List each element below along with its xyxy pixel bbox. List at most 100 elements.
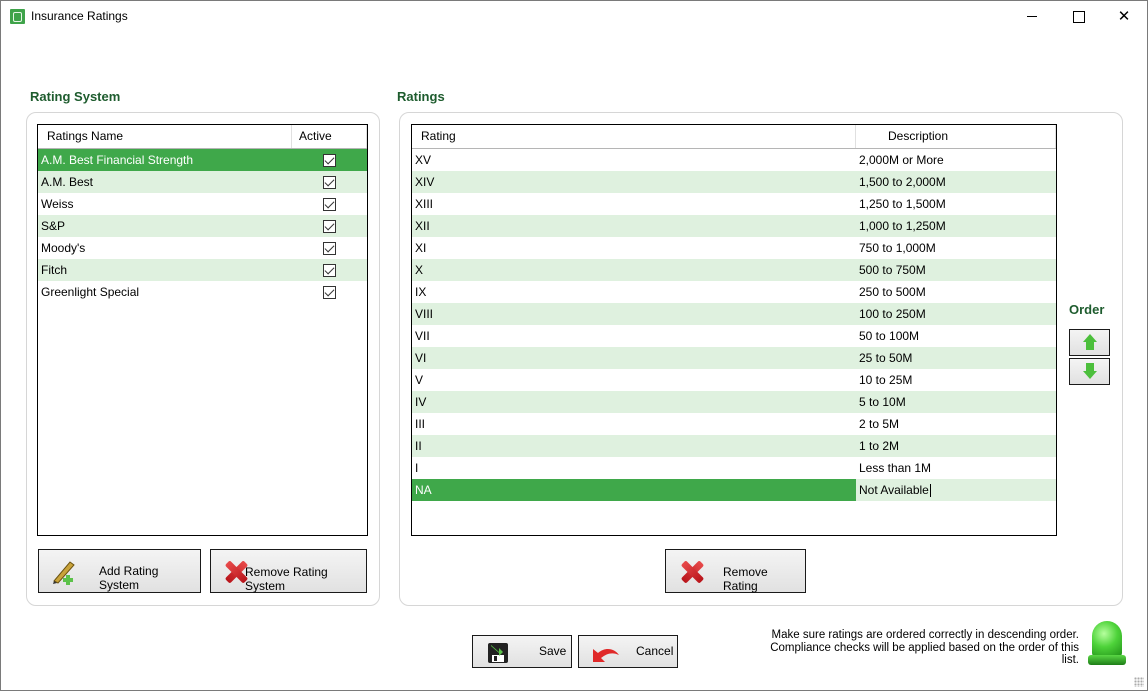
rating-description: 1,000 to 1,250M bbox=[856, 215, 1056, 237]
app-icon bbox=[10, 9, 25, 24]
rating-system-grid[interactable]: Ratings Name Active A.M. Best Financial … bbox=[37, 124, 368, 536]
rating-row[interactable]: XV 2,000M or More bbox=[412, 149, 1056, 171]
rating-value: XIII bbox=[415, 197, 434, 211]
rating-description: 250 to 500M bbox=[856, 281, 1056, 303]
rating-value: XII bbox=[415, 219, 430, 233]
active-checkbox[interactable] bbox=[323, 285, 336, 299]
rating-value: X bbox=[415, 263, 424, 277]
rating-system-name: A.M. Best bbox=[41, 175, 94, 189]
minimize-button[interactable] bbox=[1009, 1, 1055, 32]
rating-description-text: 10 to 25M bbox=[859, 373, 913, 387]
rating-row[interactable]: II 1 to 2M bbox=[412, 435, 1056, 457]
active-cell bbox=[292, 259, 367, 281]
rating-system-row[interactable]: A.M. Best bbox=[38, 171, 367, 193]
rating-value: I bbox=[415, 461, 419, 475]
remove-rating-system-label: Remove Rating System bbox=[245, 565, 328, 593]
rating-row[interactable]: IV 5 to 10M bbox=[412, 391, 1056, 413]
remove-rating-system-button[interactable]: Remove Rating System bbox=[210, 549, 367, 593]
undo-arrow-icon bbox=[593, 649, 619, 662]
rating-description: 5 to 10M bbox=[856, 391, 1056, 413]
rating-row[interactable]: XII 1,000 to 1,250M bbox=[412, 215, 1056, 237]
rating-value: XV bbox=[415, 153, 432, 167]
active-checkbox[interactable] bbox=[323, 197, 336, 211]
rating-row[interactable]: XIII 1,250 to 1,500M bbox=[412, 193, 1056, 215]
move-down-button[interactable] bbox=[1069, 358, 1110, 385]
rating-description: Less than 1M bbox=[856, 457, 1056, 479]
active-cell bbox=[292, 215, 367, 237]
column-header-description[interactable]: Description bbox=[856, 125, 1056, 148]
rating-row[interactable]: I Less than 1M bbox=[412, 457, 1056, 479]
rating-row[interactable]: V 10 to 25M bbox=[412, 369, 1056, 391]
cancel-label: Cancel bbox=[636, 644, 674, 658]
rating-value: VI bbox=[415, 351, 427, 365]
rating-system-row[interactable]: Weiss bbox=[38, 193, 367, 215]
active-checkbox[interactable] bbox=[323, 263, 336, 277]
insurance-ratings-window: Insurance Ratings ✕ Rating System Rating… bbox=[0, 0, 1148, 691]
rating-row[interactable]: NA Not Available bbox=[412, 479, 1056, 501]
title-bar: Insurance Ratings ✕ bbox=[1, 1, 1147, 32]
save-label: Save bbox=[539, 644, 567, 658]
active-cell bbox=[292, 171, 367, 193]
rating-description: 10 to 25M bbox=[856, 369, 1056, 391]
rating-system-grid-header: Ratings Name Active bbox=[38, 125, 367, 149]
maximize-button[interactable] bbox=[1055, 1, 1101, 32]
rating-description-text: 750 to 1,000M bbox=[859, 241, 936, 255]
compliance-notice: Make sure ratings are ordered correctly … bbox=[770, 629, 1079, 666]
rating-description-text: 100 to 250M bbox=[859, 307, 926, 321]
rating-value: III bbox=[415, 417, 426, 431]
column-header-ratings-name[interactable]: Ratings Name bbox=[38, 125, 292, 148]
cancel-button[interactable]: Cancel bbox=[578, 635, 678, 668]
window-title: Insurance Ratings bbox=[31, 9, 128, 23]
rating-description[interactable]: Not Available bbox=[856, 479, 1056, 501]
rating-row[interactable]: XIV 1,500 to 2,000M bbox=[412, 171, 1056, 193]
rating-row[interactable]: VIII 100 to 250M bbox=[412, 303, 1056, 325]
rating-description-text: 1,000 to 1,250M bbox=[859, 219, 946, 233]
rating-description-text: Not Available bbox=[859, 483, 929, 497]
rating-value: II bbox=[415, 439, 422, 453]
rating-row[interactable]: VI 25 to 50M bbox=[412, 347, 1056, 369]
rating-system-row[interactable]: S&P bbox=[38, 215, 367, 237]
rating-row[interactable]: IX 250 to 500M bbox=[412, 281, 1056, 303]
rating-row[interactable]: X 500 to 750M bbox=[412, 259, 1056, 281]
rating-description: 100 to 250M bbox=[856, 303, 1056, 325]
rating-value: IX bbox=[415, 285, 427, 299]
rating-description-text: 5 to 10M bbox=[859, 395, 906, 409]
rating-description: 1,250 to 1,500M bbox=[856, 193, 1056, 215]
rating-value: XI bbox=[415, 241, 427, 255]
active-cell bbox=[292, 193, 367, 215]
rating-system-row[interactable]: Greenlight Special bbox=[38, 281, 367, 303]
rating-system-name: S&P bbox=[41, 219, 66, 233]
rating-row[interactable]: III 2 to 5M bbox=[412, 413, 1056, 435]
active-checkbox[interactable] bbox=[323, 241, 336, 255]
column-header-active[interactable]: Active bbox=[292, 125, 367, 148]
ratings-grid[interactable]: Rating Description XV 2,000M or More XIV 1,… bbox=[411, 124, 1057, 536]
rating-row[interactable]: VII 50 to 100M bbox=[412, 325, 1056, 347]
rating-system-name: Moody's bbox=[41, 241, 86, 255]
move-up-button[interactable] bbox=[1069, 329, 1110, 356]
active-checkbox[interactable] bbox=[323, 153, 336, 167]
rating-description-text: 1,500 to 2,000M bbox=[859, 175, 946, 189]
close-button[interactable]: ✕ bbox=[1101, 1, 1147, 32]
active-checkbox[interactable] bbox=[323, 175, 336, 189]
rating-description: 750 to 1,000M bbox=[856, 237, 1056, 259]
rating-system-label: Rating System bbox=[30, 89, 121, 104]
remove-rating-label: Remove Rating bbox=[723, 565, 768, 593]
save-button[interactable]: Save bbox=[472, 635, 572, 668]
pen-add-icon bbox=[53, 561, 75, 585]
text-caret bbox=[929, 484, 931, 498]
rating-system-row[interactable]: Moody's bbox=[38, 237, 367, 259]
column-header-rating[interactable]: Rating bbox=[412, 125, 856, 148]
active-cell bbox=[292, 237, 367, 259]
rating-system-row[interactable]: A.M. Best Financial Strength bbox=[38, 149, 367, 171]
add-rating-system-button[interactable]: Add Rating System bbox=[38, 549, 201, 593]
resize-grip[interactable] bbox=[1134, 677, 1144, 687]
rating-row[interactable]: XI 750 to 1,000M bbox=[412, 237, 1056, 259]
ratings-grid-header: Rating Description bbox=[412, 125, 1056, 149]
remove-rating-button[interactable]: Remove Rating bbox=[665, 549, 806, 593]
rating-system-row[interactable]: Fitch bbox=[38, 259, 367, 281]
active-checkbox[interactable] bbox=[323, 219, 336, 233]
ratings-label: Ratings bbox=[397, 89, 445, 104]
rating-system-name: Greenlight Special bbox=[41, 285, 140, 299]
rating-value: IV bbox=[415, 395, 427, 409]
rating-value: NA bbox=[412, 479, 856, 501]
